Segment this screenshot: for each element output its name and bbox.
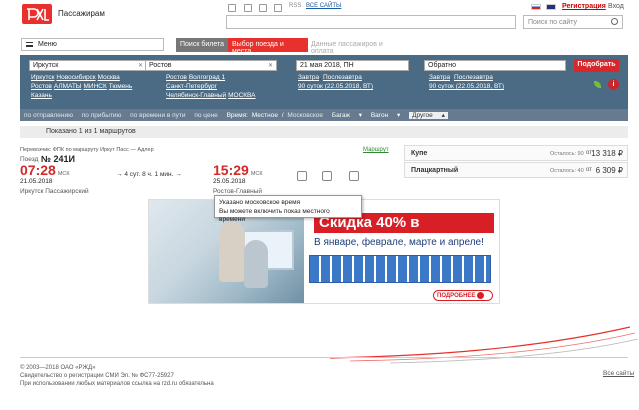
date-link[interactable]: Послезавтра	[323, 74, 362, 81]
passenger-figure	[244, 240, 268, 288]
suggestion-link[interactable]: Москва	[98, 74, 120, 81]
date-link[interactable]: Завтра	[429, 74, 450, 81]
tooltip-line: Указано московское время	[219, 199, 301, 206]
departure-date: 21.05.2018	[20, 178, 53, 185]
arrival-date: 25.05.2018	[213, 178, 246, 185]
sort-filter-bar: по отправлению по прибытию по времени в …	[20, 109, 628, 121]
date-there-links: Завтра, Послезавтра 90 суток (22.05.2018…	[298, 74, 374, 90]
sort-by-arrival[interactable]: по прибытию	[82, 112, 122, 119]
tooltip-line: Вы можете включить показ местного времен…	[219, 207, 330, 224]
english-flag-icon[interactable]	[546, 4, 556, 10]
phone-icon[interactable]	[228, 4, 236, 12]
date-there-field[interactable]: 21 мая 2018, ПН	[296, 60, 409, 71]
date-link[interactable]: 90 суток (22.05.2018, ВТ)	[429, 83, 504, 90]
seat-class-kupe[interactable]: Купе Осталось: 90 от 13 318 ₽	[404, 145, 628, 161]
mail-icon[interactable]	[259, 4, 267, 12]
time-label: Время:	[226, 112, 248, 119]
rss-link[interactable]: RSS	[289, 3, 301, 9]
departure-station: Иркутск Пассажирский	[20, 188, 89, 195]
luggage-icon	[322, 171, 332, 181]
suggestion-link[interactable]: Волгоград 1	[189, 74, 225, 81]
all-sites-link[interactable]: ВСЕ САЙТЫ	[306, 3, 341, 9]
passenger-figure	[219, 222, 245, 282]
clear-icon[interactable]: ✕	[268, 62, 273, 69]
footer-swoosh-decoration	[330, 326, 639, 364]
search-icon[interactable]	[611, 18, 618, 25]
to-field[interactable]: Ростов ✕	[145, 60, 277, 71]
brand-name: Пассажирам	[58, 9, 105, 18]
russian-flag-icon[interactable]	[531, 4, 541, 10]
seat-map-graphic	[309, 255, 491, 283]
menu-button[interactable]: Меню	[21, 38, 164, 51]
to-suggestions: Ростов Волгоград 1 Санкт-Петербург Челяб…	[166, 73, 276, 100]
footer-copyright: © 2003—2018 ОАО «РЖД» Свидетельство о ре…	[20, 365, 214, 387]
login-link[interactable]: Вход	[608, 3, 624, 10]
sort-by-departure[interactable]: по отправлению	[24, 112, 73, 119]
suggestion-link[interactable]: АЛМАТЫ	[54, 83, 82, 90]
suggestion-link[interactable]: Санкт-Петербург	[166, 83, 217, 90]
from-field[interactable]: Иркутск ✕	[29, 60, 147, 71]
suggestion-link[interactable]: Казань	[31, 92, 52, 99]
time-moscow-option[interactable]: Московское	[287, 112, 323, 119]
carrier-info: Перевозчик: ФПК по маршруту Иркут Пасс —…	[20, 147, 154, 153]
pet-icon	[349, 171, 359, 181]
date-back-field[interactable]: Обратно	[424, 60, 566, 71]
arrow-icon	[477, 292, 485, 299]
car-filter[interactable]: Вагон ▾	[371, 112, 400, 119]
route-link[interactable]: Маршрут	[363, 147, 389, 153]
suggestion-link[interactable]: Новосибирск	[56, 74, 95, 81]
menu-label: Меню	[38, 41, 57, 48]
suggestion-link[interactable]: МИНСК	[84, 83, 107, 90]
wheelchair-icon	[297, 171, 307, 181]
clear-icon[interactable]: ✕	[138, 62, 143, 69]
info-icon[interactable]: i	[608, 79, 619, 90]
banner-subtitle: В январе, феврале, марте и апреле!	[314, 237, 484, 248]
map-icon[interactable]	[274, 4, 282, 12]
sort-by-price[interactable]: по цене	[194, 112, 217, 119]
arrival-time: 15:29 МСК	[213, 162, 263, 178]
rzd-logo[interactable]	[22, 4, 52, 24]
results-count: Показано 1 из 1 маршрутов	[20, 126, 628, 138]
suggestion-link[interactable]: МОСКВА	[228, 92, 255, 99]
travel-duration: → 4 сут. 8 ч. 1 мин. →	[116, 171, 182, 178]
sort-by-travel-time[interactable]: по времени в пути	[130, 112, 185, 119]
step-search-ticket[interactable]: Поиск билета	[176, 38, 230, 52]
search-panel: Иркутск ✕ Ростов ✕ 21 мая 2018, ПН Обратно…	[20, 55, 628, 109]
arrival-station: Ростов-Главный	[213, 188, 262, 195]
time-tooltip: Указано московское время Вы можете включ…	[214, 195, 362, 223]
time-separator: /	[281, 112, 284, 119]
suggestion-link[interactable]: Иркутск	[31, 74, 54, 81]
seat-class-platskart[interactable]: Плацкартный Осталось: 40 от 6 309 ₽	[404, 162, 628, 178]
register-link[interactable]: Регистрация	[562, 3, 606, 10]
time-local-option[interactable]: Местное	[252, 112, 278, 119]
from-suggestions: Иркутск Новосибирск Москва Ростов АЛМАТЫ…	[31, 73, 143, 100]
luggage-filter[interactable]: Багаж ▾	[332, 112, 362, 119]
departure-time: 07:28 МСК	[20, 162, 70, 178]
accessibility-icon[interactable]	[244, 4, 252, 12]
suggestion-link[interactable]: Ростов	[31, 83, 52, 90]
date-link[interactable]: Послезавтра	[454, 74, 493, 81]
top-search-input[interactable]	[226, 15, 516, 29]
other-filter[interactable]: Другое ▴	[409, 112, 448, 119]
banner-more-button[interactable]: ПОДРОБНЕЕ	[433, 290, 493, 301]
suggestion-link[interactable]: Ростов	[166, 74, 187, 81]
site-search-input[interactable]: Поиск по сайту	[523, 15, 623, 29]
suggestion-link[interactable]: Челябинск-Главный	[166, 92, 226, 99]
suggestion-link[interactable]: Тюмень	[109, 83, 133, 90]
footer-divider	[20, 357, 628, 358]
date-link[interactable]: Завтра	[298, 74, 319, 81]
find-button[interactable]: Подобрать	[574, 59, 619, 72]
hamburger-icon	[26, 41, 33, 47]
date-link[interactable]: 90 суток (22.05.2018, ВТ)	[298, 83, 373, 90]
footer-all-sites-link[interactable]: Все сайты	[603, 370, 634, 377]
step-passenger-data: Данные пассажиров и оплата	[311, 41, 383, 55]
step-choose-train: Выбор поезда и места	[228, 38, 308, 55]
date-back-links: Завтра, Послезавтра 90 суток (22.05.2018…	[429, 74, 505, 90]
